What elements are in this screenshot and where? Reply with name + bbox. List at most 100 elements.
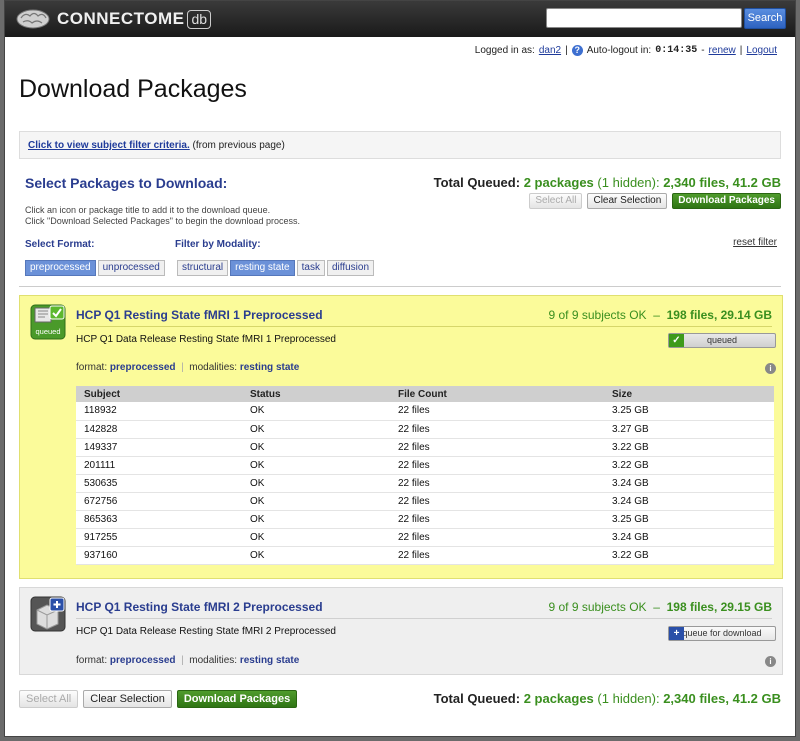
table-row: 201111 OK 22 files 3.22 GB [76,456,774,475]
search-button[interactable]: Search [744,8,786,29]
package-title[interactable]: HCP Q1 Resting State fMRI 1 Preprocessed [76,308,323,322]
logout-link[interactable]: Logout [746,45,777,56]
format-label: Select Format: [25,239,95,250]
cell: 201111 [76,456,242,475]
username-link[interactable]: dan2 [539,45,561,56]
top-button-group: Select All Clear Selection Download Pack… [529,193,781,209]
instructions: Click an icon or package title to add it… [25,205,300,227]
modality-tag-resting-state[interactable]: resting state [230,260,295,276]
cell: OK [242,492,390,511]
format-meta-value: preprocessed [109,655,176,666]
package-queued-icon[interactable]: queued [30,304,66,340]
package-card: HCP Q1 Resting State fMRI 2 Preprocessed… [19,587,783,675]
bottom-button-group: Select All Clear Selection Download Pack… [19,690,298,708]
cell: 3.25 GB [604,402,774,421]
format-meta-value: preprocessed [109,362,176,373]
check-icon: ✓ [669,334,684,347]
package-title[interactable]: HCP Q1 Resting State fMRI 2 Preprocessed [76,600,323,614]
cell: 118932 [76,402,242,421]
cell: OK [242,456,390,475]
cell: 22 files [390,546,604,565]
logo-badge: db [187,9,212,29]
column-header: File Count [390,386,604,402]
total-hidden: (1 hidden): [597,175,660,190]
info-icon[interactable]: i [765,363,776,374]
clear-selection-button[interactable]: Clear Selection [587,193,668,209]
format-meta-label: format: [76,655,108,666]
user-bar: Logged in as: dan2 | ? Auto-logout in: 0… [475,45,777,56]
cell: OK [242,546,390,565]
total-packages: 2 packages [523,691,594,706]
cell: 142828 [76,420,242,439]
cell: OK [242,438,390,457]
format-tag-preprocessed[interactable]: preprocessed [25,260,96,276]
stats-dash: – [653,308,660,322]
reset-filter-link[interactable]: reset filter [733,237,777,248]
cell: 22 files [390,438,604,457]
modalities-meta-label: modalities: [189,655,238,666]
table-row: 937160 OK 22 files 3.22 GB [76,546,774,565]
top-bar: CONNECTOME db Search [5,1,795,37]
subjects-ok: 9 of 9 subjects OK [548,600,647,614]
table-row: 149337 OK 22 files 3.22 GB [76,438,774,457]
cell: 530635 [76,474,242,493]
cell: 917255 [76,528,242,547]
info-icon[interactable]: i [765,656,776,667]
search-input[interactable] [546,8,742,28]
format-tag-unprocessed[interactable]: unprocessed [97,260,165,276]
brain-icon [16,9,50,29]
divider [19,286,781,287]
select-all-button[interactable]: Select All [529,193,583,209]
cell: 865363 [76,510,242,529]
package-add-icon[interactable] [30,596,66,632]
format-filter-group: preprocessed unprocessed [25,260,167,276]
cell: 937160 [76,546,242,565]
filter-criteria-bar: Click to view subject filter criteria. (… [19,131,781,159]
cell: 3.25 GB [604,510,774,529]
cell: 3.24 GB [604,474,774,493]
total-label: Total Queued: [433,691,521,706]
modality-label: Filter by Modality: [175,239,261,250]
cell: OK [242,528,390,547]
queued-status-button[interactable]: ✓ queued [668,333,776,348]
table-row: 142828 OK 22 files 3.27 GB [76,420,774,439]
subjects-ok: 9 of 9 subjects OK [548,308,647,322]
package-separator [76,326,772,327]
download-packages-button[interactable]: Download Packages [672,193,781,209]
cell: 22 files [390,474,604,493]
logged-in-label: Logged in as: [474,45,535,56]
cell: 22 files [390,528,604,547]
subjects-table: Subject Status File Count Size 118932 OK 2… [76,386,774,565]
filter-note: (from previous page) [192,140,285,151]
modality-tag-diffusion[interactable]: diffusion [326,260,375,276]
cell: OK [242,474,390,493]
package-description: HCP Q1 Data Release Resting State fMRI 1… [76,334,336,345]
help-icon[interactable]: ? [571,45,583,56]
cell: 149337 [76,438,242,457]
queue-for-download-button[interactable]: + queue for download [668,626,776,641]
cell: 3.22 GB [604,456,774,475]
total-hidden: (1 hidden): [597,691,660,706]
download-packages-button[interactable]: Download Packages [176,690,298,708]
modality-tag-structural[interactable]: structural [177,260,229,276]
total-packages: 2 packages [523,175,594,190]
auto-logout-label: Auto-logout in: [586,45,652,56]
package-meta: format: preprocessed | modalities: resti… [76,655,300,666]
stats-dash: – [653,600,660,614]
renew-link[interactable]: renew [709,45,736,56]
clear-selection-button[interactable]: Clear Selection [83,690,172,708]
package-separator [76,618,772,619]
logo[interactable]: CONNECTOME db [15,8,212,30]
modality-tag-task[interactable]: task [296,260,325,276]
modalities-meta-label: modalities: [189,362,238,373]
total-queued-top: Total Queued: 2 packages (1 hidden): 2,3… [434,175,781,190]
cell: 22 files [390,492,604,511]
view-filter-criteria-link[interactable]: Click to view subject filter criteria. [28,140,190,151]
cell: 3.24 GB [604,492,774,511]
status-button-label: queue for download [682,628,762,638]
logo-text: CONNECTOME [57,9,185,28]
package-meta: format: preprocessed | modalities: resti… [76,362,300,373]
package-size: 198 files, 29.15 GB [666,600,772,614]
cell: 22 files [390,510,604,529]
select-all-button[interactable]: Select All [19,690,79,708]
